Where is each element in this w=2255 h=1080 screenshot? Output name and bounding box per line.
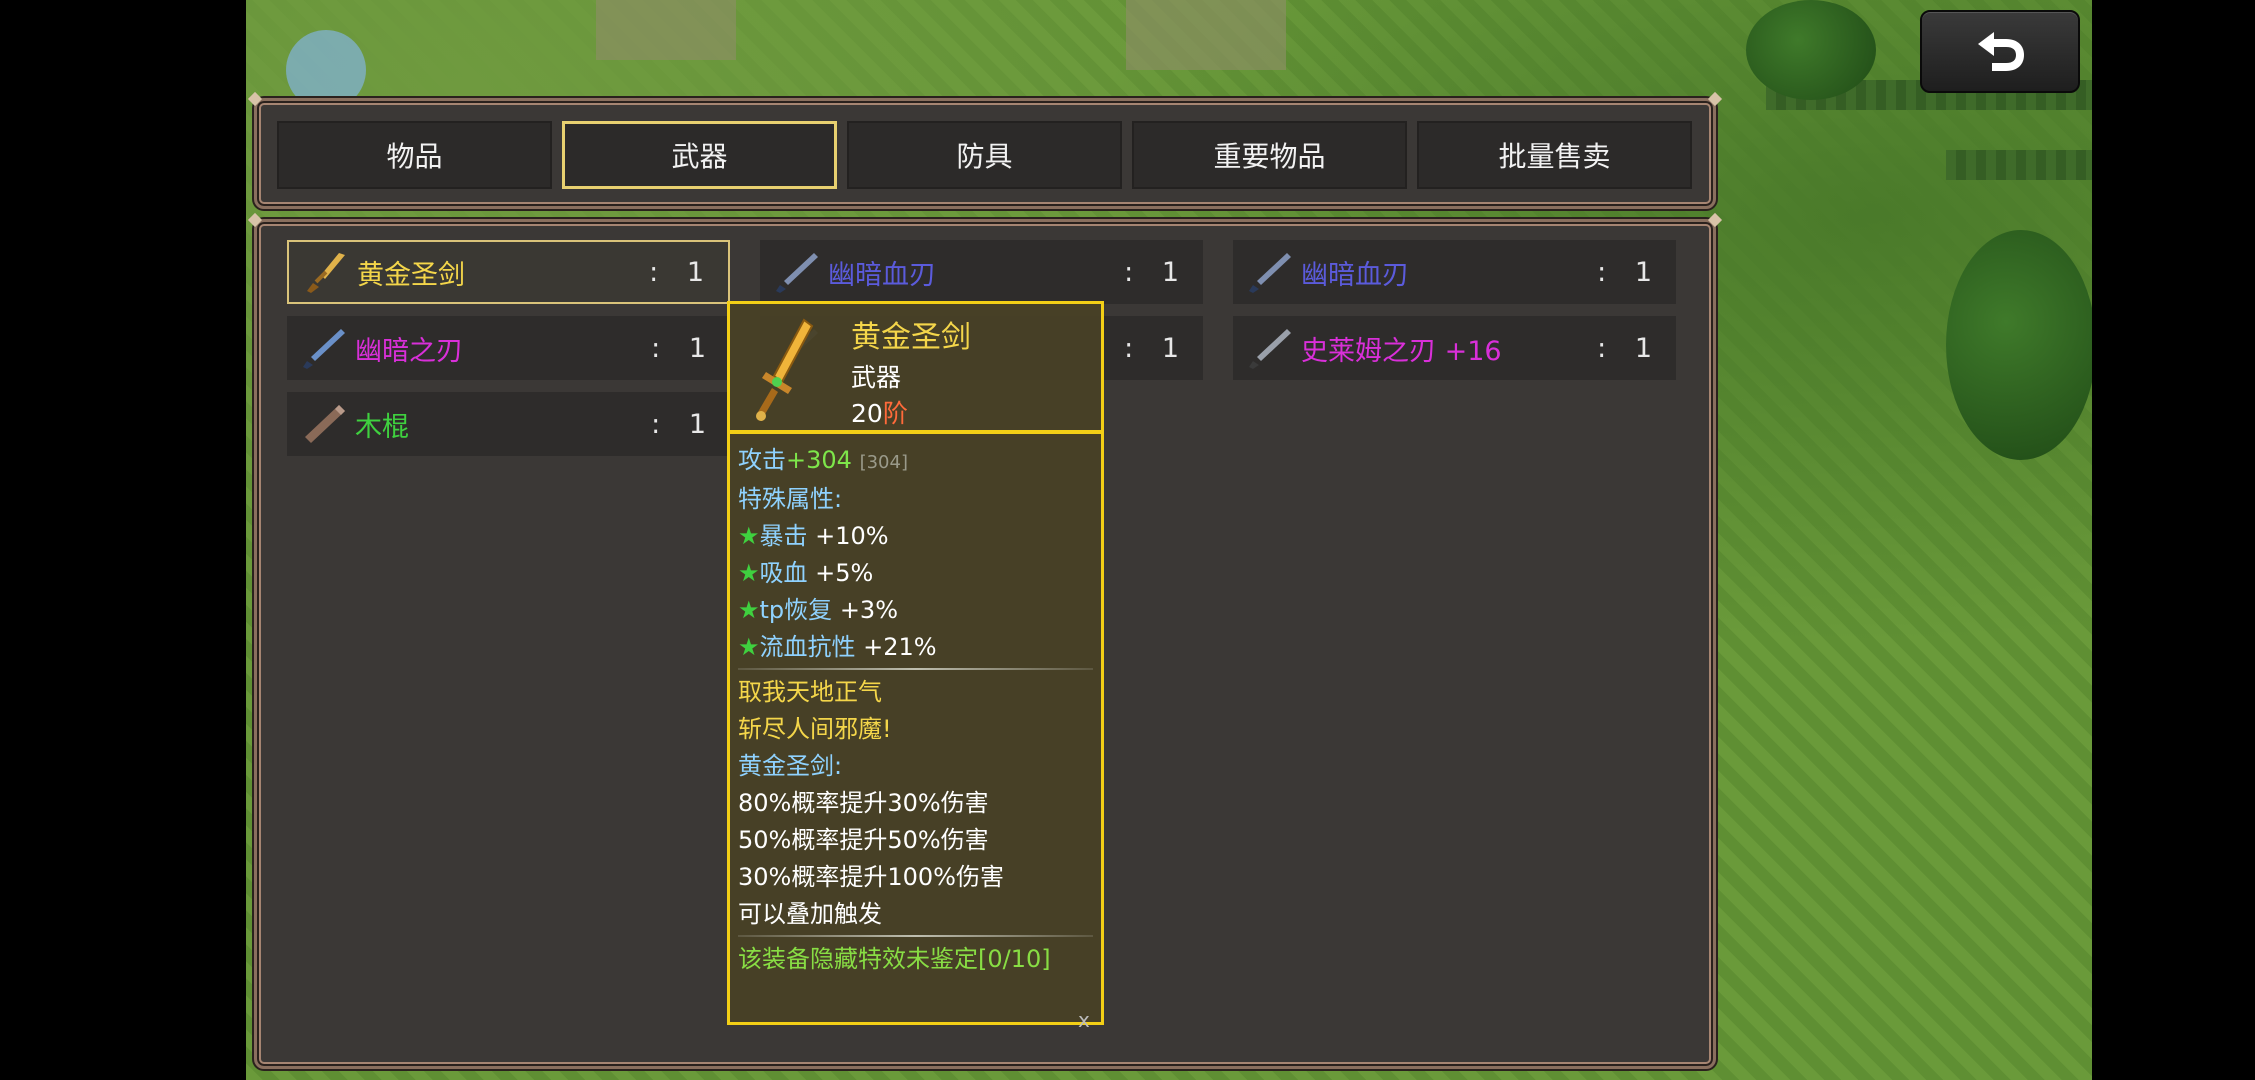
item-tooltip-body: 攻击+304 [304] 特殊属性: ★暴击 +10% ★吸血 +5% ★tp恢… [727, 431, 1104, 1025]
dark-blade-icon [303, 329, 345, 369]
map-path [1126, 0, 1286, 70]
special-attributes-label: 特殊属性: [738, 485, 843, 513]
effect-line: 50%概率提升50%伤害 [738, 826, 989, 854]
attack-stat: 攻击+304 [304] [738, 442, 1093, 481]
attack-base: [304] [859, 452, 908, 473]
hidden-effect-status: 该装备隐藏特效未鉴定[0/10] [738, 945, 1051, 973]
tooltip-item-tier: 20阶 [851, 394, 908, 430]
wooden-stick-icon [305, 405, 345, 443]
item-name: 幽暗血刃 [1301, 259, 1409, 291]
effect-line: 80%概率提升30%伤害 [738, 789, 989, 817]
bonus-value: +10% [815, 522, 889, 550]
list-item[interactable]: 黄金圣剑 : 1 [287, 240, 730, 304]
map-hedge [1946, 150, 2092, 180]
bonus-value: +5% [815, 559, 874, 587]
star-icon: ★ [738, 559, 760, 587]
item-name: 木棍 [355, 411, 409, 443]
item-quantity: : 1 [651, 332, 716, 364]
tab-armor[interactable]: 防具 [847, 121, 1122, 189]
star-icon: ★ [738, 633, 760, 661]
map-path [596, 0, 736, 60]
bonus-value: +3% [839, 596, 898, 624]
bonus-line: ★暴击 +10% [738, 518, 1093, 555]
star-icon: ★ [738, 522, 760, 550]
bonus-name: tp恢复 [759, 596, 833, 624]
list-item[interactable]: 幽暗血刃 : 1 [1233, 240, 1676, 304]
tab-items[interactable]: 物品 [277, 121, 552, 189]
golden-sword-icon [756, 318, 814, 421]
item-quantity: : 1 [1124, 332, 1189, 364]
lore-line: 取我天地正气 [738, 678, 882, 706]
dark-blade-icon [1249, 329, 1291, 369]
item-quantity: : 1 [649, 256, 714, 288]
tier-number: 20 [851, 399, 883, 428]
return-arrow-icon [1978, 31, 2024, 71]
effect-title: 黄金圣剑: [738, 752, 843, 780]
item-quantity: : 1 [1597, 256, 1662, 288]
list-item[interactable]: 史莱姆之刃 +16 : 1 [1233, 316, 1676, 380]
item-quantity: : 1 [651, 408, 716, 440]
list-item[interactable]: 幽暗之刃 : 1 [287, 316, 730, 380]
dark-blade-icon [1249, 253, 1291, 293]
divider [738, 935, 1093, 937]
back-button[interactable] [1920, 10, 2080, 93]
attack-value: +304 [786, 446, 852, 474]
divider [738, 668, 1093, 670]
bonus-value: +21% [863, 633, 937, 661]
dark-blade-icon [776, 253, 818, 293]
bonus-line: ★吸血 +5% [738, 555, 1093, 592]
item-quantity: : 1 [1124, 256, 1189, 288]
golden-sword-icon [307, 253, 345, 293]
tooltip-item-name: 黄金圣剑 [851, 320, 971, 355]
tooltip-close-button[interactable]: x [1078, 1008, 1090, 1032]
bonus-name: 吸血 [759, 559, 808, 587]
bonus-name: 流血抗性 [759, 633, 856, 661]
effect-line: 可以叠加触发 [738, 900, 882, 928]
tier-suffix: 阶 [882, 399, 908, 428]
item-tooltip-header: 黄金圣剑 武器 20阶 [727, 301, 1104, 433]
item-quantity: : 1 [1597, 332, 1662, 364]
star-icon: ★ [738, 596, 760, 624]
item-name: 黄金圣剑 [357, 259, 465, 291]
lore-line: 斩尽人间邪魔! [738, 715, 892, 743]
map-tree [1946, 230, 2092, 460]
list-item[interactable]: 幽暗血刃 : 1 [760, 240, 1203, 304]
tab-bulk-sell[interactable]: 批量售卖 [1417, 121, 1692, 189]
map-tree [1746, 0, 1876, 100]
effect-line: 30%概率提升100%伤害 [738, 863, 1004, 891]
list-item[interactable]: 木棍 : 1 [287, 392, 730, 456]
tab-weapons[interactable]: 武器 [562, 121, 837, 189]
item-name: 幽暗之刃 [355, 335, 463, 367]
item-name: 幽暗血刃 [828, 259, 936, 291]
tab-key-items[interactable]: 重要物品 [1132, 121, 1407, 189]
bonus-line: ★流血抗性 +21% [738, 629, 1093, 666]
item-name: 史莱姆之刃 +16 [1301, 335, 1502, 367]
attack-label: 攻击 [738, 446, 786, 474]
tooltip-item-type: 武器 [851, 363, 902, 392]
category-tab-bar: 物品 武器 防具 重要物品 批量售卖 [254, 98, 1716, 209]
bonus-line: ★tp恢复 +3% [738, 592, 1093, 629]
bonus-name: 暴击 [759, 522, 808, 550]
